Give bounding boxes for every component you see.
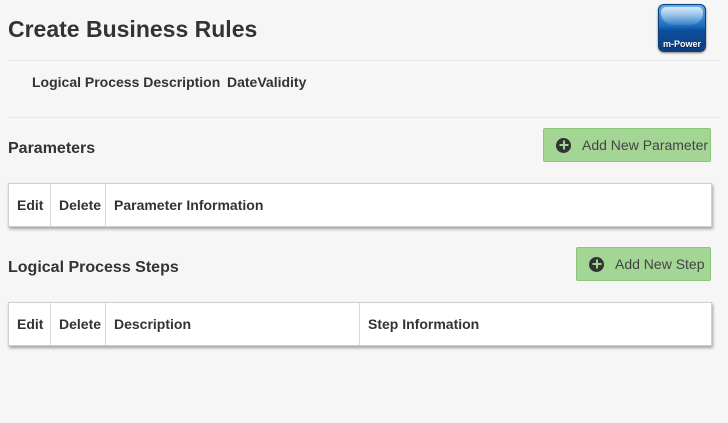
parameters-table-header: Edit Delete Parameter Information — [8, 183, 712, 227]
plus-circle-icon — [556, 137, 571, 153]
parameters-section-title: Parameters — [8, 140, 96, 157]
header-divider — [8, 60, 720, 61]
add-new-parameter-label: Add New Parameter — [582, 137, 709, 153]
logo-gloss — [661, 7, 703, 25]
info-divider — [8, 117, 720, 118]
add-new-step-button[interactable]: Add New Step — [576, 247, 711, 281]
column-header-parameter-information[interactable]: Parameter Information — [106, 184, 711, 226]
add-new-step-label: Add New Step — [615, 256, 705, 272]
column-header-delete[interactable]: Delete — [51, 303, 106, 345]
plus-circle-icon — [589, 256, 604, 272]
page-title: Create Business Rules — [8, 16, 258, 42]
logical-process-description-value: DateValidity — [227, 74, 307, 90]
logo-text: m-Power — [662, 39, 701, 49]
steps-table-header: Edit Delete Description Step Information — [8, 302, 712, 346]
logical-process-description-label: Logical Process Description — [32, 74, 221, 90]
m-power-logo[interactable]: m-Power — [658, 4, 706, 52]
add-new-parameter-button[interactable]: Add New Parameter — [543, 128, 711, 162]
column-header-delete[interactable]: Delete — [51, 184, 106, 226]
column-header-step-information[interactable]: Step Information — [360, 303, 711, 345]
column-header-edit[interactable]: Edit — [9, 303, 51, 345]
column-header-edit[interactable]: Edit — [9, 184, 51, 226]
steps-section-title: Logical Process Steps — [8, 259, 179, 276]
column-header-description[interactable]: Description — [106, 303, 360, 345]
